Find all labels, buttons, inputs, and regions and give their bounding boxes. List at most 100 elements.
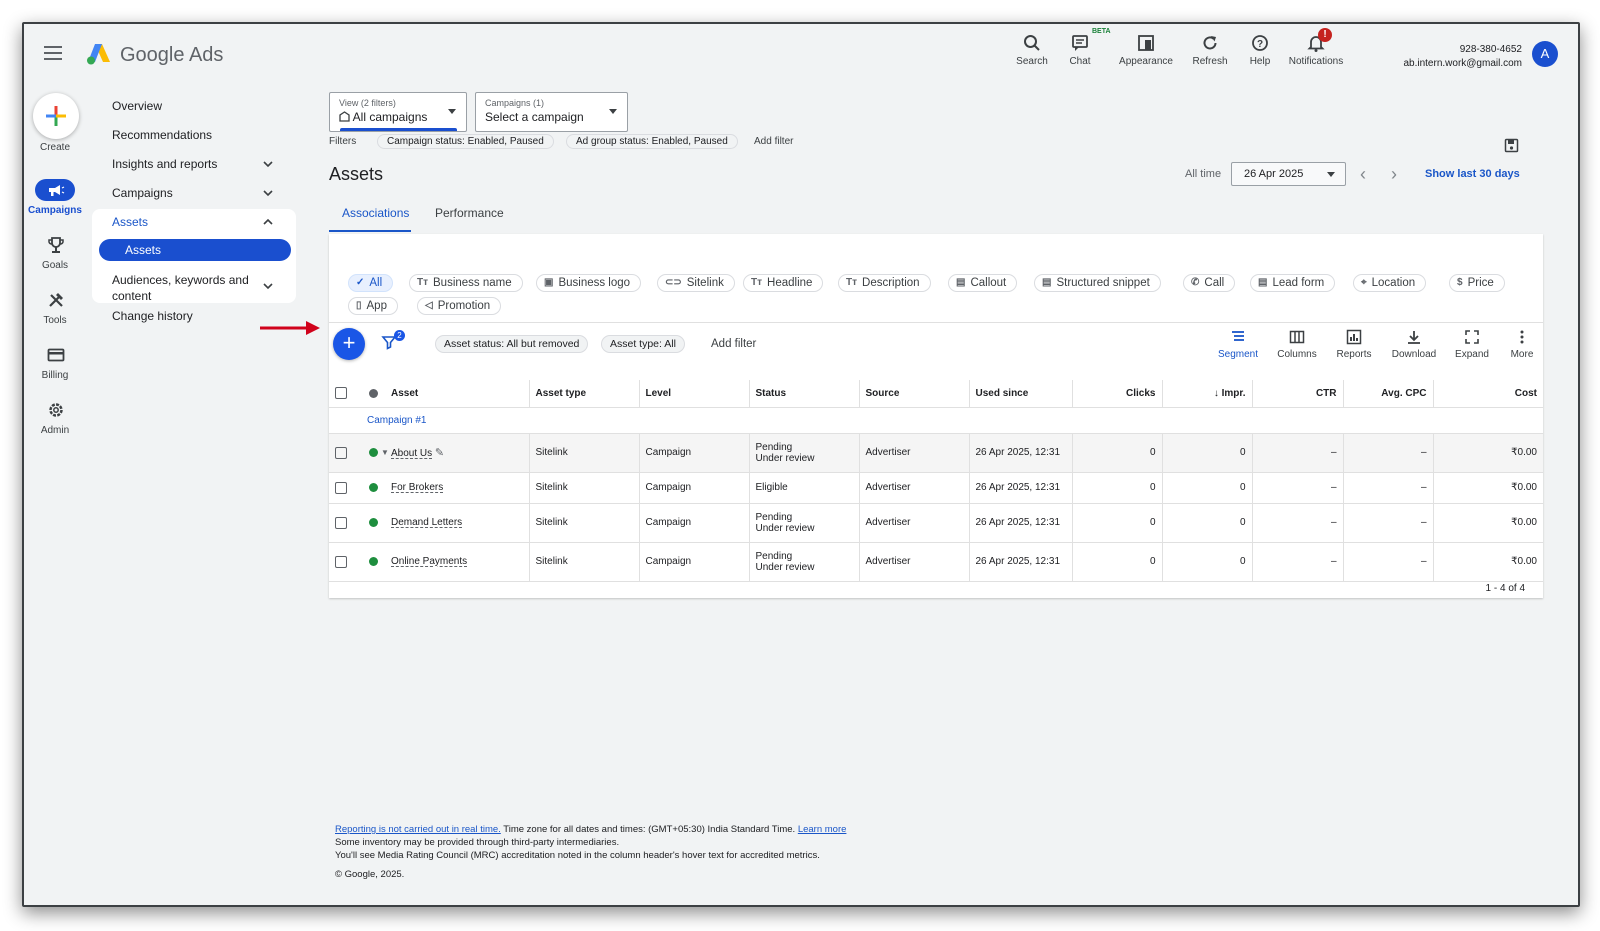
view-picker[interactable]: View (2 filters) All campaigns <box>329 92 467 132</box>
learn-more-link[interactable]: Learn more <box>798 824 847 835</box>
nav-campaigns[interactable]: Campaigns <box>112 186 173 200</box>
ctr-cell: – <box>1252 472 1344 504</box>
add-filter-button[interactable]: Add filter <box>711 338 756 350</box>
goals-rail-item[interactable] <box>38 234 74 256</box>
asset-name-link[interactable]: For Brokers <box>391 482 443 493</box>
campaigns-rail-item[interactable] <box>35 179 75 201</box>
campaign-picker[interactable]: Campaigns (1) Select a campaign <box>475 92 628 132</box>
chat-button[interactable]: Chat <box>1049 34 1111 67</box>
table-row[interactable]: Demand Letters Sitelink Campaign Pending… <box>329 503 1543 543</box>
chevron-down-icon[interactable] <box>262 158 274 170</box>
notifications-button[interactable]: Notifications <box>1285 34 1347 67</box>
billing-rail-item[interactable] <box>38 344 74 366</box>
save-icon[interactable] <box>1504 138 1519 153</box>
col-used-since[interactable]: Used since <box>969 380 1073 408</box>
col-level[interactable]: Level <box>639 380 750 408</box>
help-button[interactable]: ? Help <box>1229 34 1291 67</box>
appearance-button[interactable]: Appearance <box>1115 34 1177 67</box>
asset-status-filter-chip[interactable]: Asset status: All but removed <box>435 335 589 353</box>
row-checkbox[interactable] <box>335 555 347 568</box>
asset-name-link[interactable]: Demand Letters <box>391 517 462 528</box>
row-checkbox[interactable] <box>335 516 347 529</box>
pencil-icon[interactable]: ✎ <box>435 447 444 459</box>
col-impr[interactable]: ↓ Impr. <box>1162 380 1253 408</box>
download-button[interactable]: Download <box>1386 329 1442 360</box>
reporting-link[interactable]: Reporting is not carried out in real tim… <box>335 824 501 835</box>
col-status[interactable]: Status <box>749 380 860 408</box>
group-campaign-link[interactable]: Campaign #1 <box>367 415 426 426</box>
add-filter-link[interactable]: Add filter <box>754 136 793 147</box>
col-cost[interactable]: Cost <box>1433 380 1543 408</box>
show-last-30-days-link[interactable]: Show last 30 days <box>1425 168 1520 180</box>
row-status-cell[interactable]: ▼ <box>363 433 389 473</box>
chevron-right-icon[interactable]: › <box>1391 164 1397 185</box>
add-asset-button[interactable]: + <box>333 328 365 360</box>
select-all-checkbox[interactable] <box>335 387 347 400</box>
page-title: Assets <box>329 164 384 184</box>
account-info[interactable]: 928-380-4652 ab.intern.work@gmail.com <box>1403 43 1522 71</box>
columns-button[interactable]: Columns <box>1269 329 1325 360</box>
table-row[interactable]: Online Payments Sitelink Campaign Pendin… <box>329 542 1543 582</box>
segment-button[interactable]: Segment <box>1210 329 1266 360</box>
col-clicks[interactable]: Clicks <box>1072 380 1163 408</box>
reports-button[interactable]: Reports <box>1326 329 1382 360</box>
row-checkbox[interactable] <box>335 446 347 459</box>
menu-icon[interactable] <box>44 46 62 60</box>
row-select-cell[interactable] <box>329 472 363 504</box>
nav-insights[interactable]: Insights and reports <box>112 157 217 171</box>
type-chip-business-name[interactable]: Tт Business name <box>409 274 523 292</box>
row-select-cell[interactable] <box>329 503 363 543</box>
table-row[interactable]: For Brokers Sitelink Campaign Eligible A… <box>329 472 1543 504</box>
col-source[interactable]: Source <box>859 380 970 408</box>
type-chip-business-logo[interactable]: ▣ Business logo <box>536 274 642 292</box>
col-avg-cpc[interactable]: Avg. CPC <box>1343 380 1434 408</box>
date-range-picker[interactable]: 26 Apr 2025 <box>1231 162 1346 186</box>
type-chip-callout[interactable]: ▤ Callout <box>948 274 1018 292</box>
nav-assets[interactable]: Assets <box>112 215 148 229</box>
asset-name-link[interactable]: Online Payments <box>391 556 467 567</box>
type-chip-headline[interactable]: Tт Headline <box>743 274 824 292</box>
type-chip-description[interactable]: Tт Description <box>838 274 931 292</box>
help-label: Help <box>1249 56 1271 67</box>
type-chip-structured-snippet[interactable]: ▤ Structured snippet <box>1034 274 1161 292</box>
adgroup-status-filter-chip[interactable]: Ad group status: Enabled, Paused <box>566 134 738 149</box>
col-asset-type[interactable]: Asset type <box>529 380 640 408</box>
chevron-up-icon[interactable] <box>262 216 274 228</box>
type-chip-location[interactable]: ⌖ Location <box>1353 274 1427 292</box>
type-chip-call[interactable]: ✆ Call <box>1183 274 1236 292</box>
avatar[interactable]: A <box>1532 41 1558 67</box>
create-button[interactable] <box>33 93 79 139</box>
admin-rail-item[interactable] <box>38 399 74 421</box>
tab-performance[interactable]: Performance <box>435 206 504 220</box>
tab-associations[interactable]: Associations <box>342 206 409 220</box>
nav-assets-sub-selected[interactable]: Assets <box>99 239 291 261</box>
select-all-cell[interactable] <box>329 380 363 408</box>
type-chip-price[interactable]: $ Price <box>1449 274 1505 292</box>
row-select-cell[interactable] <box>329 542 363 582</box>
type-chip-all[interactable]: ✓ All <box>348 274 394 292</box>
row-checkbox[interactable] <box>335 481 347 494</box>
more-button[interactable]: More <box>1494 329 1550 360</box>
asset-name-link[interactable]: About Us <box>391 448 432 459</box>
chevron-down-icon[interactable] <box>262 187 274 199</box>
type-chip-app[interactable]: ▯ App <box>348 297 398 315</box>
nav-recommendations[interactable]: Recommendations <box>112 128 212 142</box>
nav-overview[interactable]: Overview <box>112 99 162 113</box>
asset-type-filter-chip[interactable]: Asset type: All <box>601 335 685 353</box>
chevron-down-icon[interactable] <box>262 280 274 292</box>
expand-button[interactable]: Expand <box>1444 329 1500 360</box>
nav-audiences[interactable]: Audiences, keywords and content <box>112 272 262 304</box>
col-asset[interactable]: Asset <box>385 380 530 408</box>
nav-change-history[interactable]: Change history <box>112 309 193 323</box>
campaign-status-filter-chip[interactable]: Campaign status: Enabled, Paused <box>377 134 554 149</box>
type-chip-lead-form[interactable]: ▤ Lead form <box>1250 274 1336 292</box>
row-select-cell[interactable] <box>329 433 363 473</box>
tools-rail-item[interactable] <box>38 289 74 311</box>
col-ctr[interactable]: CTR <box>1252 380 1344 408</box>
type-chip-sitelink[interactable]: ⊂⊃ Sitelink <box>657 274 735 292</box>
caret-down-icon[interactable]: ▼ <box>381 448 389 457</box>
table-row[interactable]: ▼ About Us ✎ Sitelink Campaign Pending Un… <box>329 433 1543 473</box>
type-chip-promotion[interactable]: ◁ Promotion <box>417 297 502 315</box>
chevron-left-icon[interactable]: ‹ <box>1360 164 1366 185</box>
cost-cell: ₹0.00 <box>1433 503 1543 543</box>
